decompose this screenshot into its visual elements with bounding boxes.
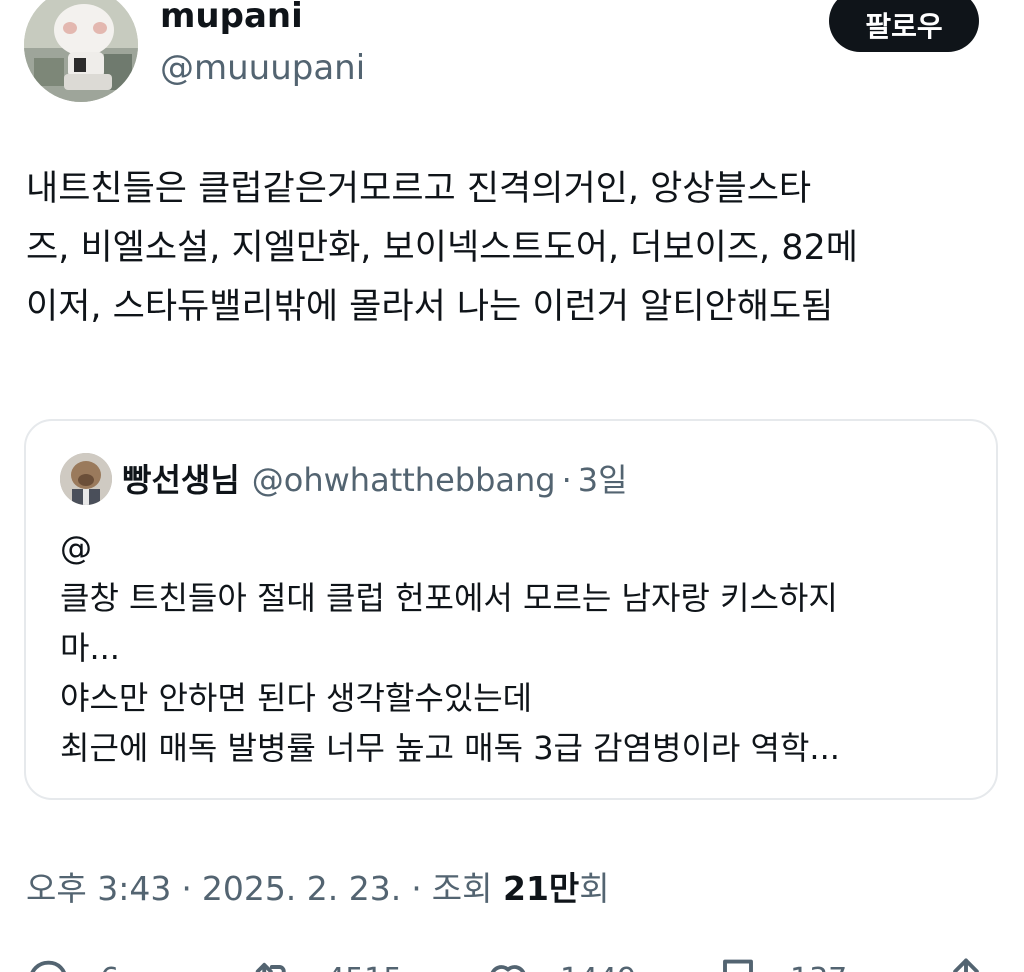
quoted-author-avatar[interactable]: [60, 453, 112, 505]
author-handle[interactable]: @muuupani: [160, 48, 365, 88]
bookmark-button[interactable]: 137: [712, 954, 847, 972]
views-suffix: 회: [579, 869, 610, 908]
author-avatar[interactable]: [24, 0, 138, 102]
bookmark-icon: [723, 959, 753, 972]
quoted-tweet-text: @ 클창 트친들아 절대 클럽 헌포에서 모르는 남자랑 키스하지 마... 야…: [60, 523, 970, 773]
quoted-tweet-card[interactable]: 빵선생님 @ohwhatthebbang · 3일 @ 클창 트친들아 절대 클럽 헌…: [24, 419, 998, 800]
quoted-separator-dot: ·: [561, 461, 572, 499]
retweet-icon: [255, 962, 286, 972]
quoted-text-line: 야스만 안하면 된다 생각할수있는데: [60, 679, 533, 717]
tweet-detail: mupani @muuupani 팔로우 내트친들은 클럽같은거모르고 진격의거…: [0, 0, 1024, 972]
tweet-meta: 오후 3:43 · 2025. 2. 23. · 조회 21만회: [26, 862, 610, 910]
bookmark-count: 137: [790, 962, 847, 972]
quoted-header: 빵선생님 @ohwhatthebbang · 3일: [122, 455, 628, 501]
tweet-text-line: 이저, 스타듀밸리밖에 몰라서 나는 이런거 알티안해도됨: [26, 287, 834, 327]
quoted-text-line: 마...: [60, 629, 120, 667]
quoted-text-line: 클창 트친들아 절대 클럽 헌포에서 모르는 남자랑 키스하지: [60, 579, 838, 617]
author-avatar-image: [24, 0, 138, 102]
meta-separator-dot: ·: [411, 869, 422, 908]
reply-button[interactable]: 6: [22, 954, 119, 972]
like-count: 1449: [560, 962, 636, 972]
quoted-text-line: @: [60, 529, 92, 567]
views-count[interactable]: 21만: [503, 869, 579, 908]
quoted-avatar-image: [60, 453, 112, 505]
retweet-button[interactable]: 4515: [248, 954, 402, 972]
tweet-date[interactable]: 2025. 2. 23.: [202, 869, 401, 908]
tweet-time[interactable]: 오후 3:43: [26, 869, 171, 908]
quoted-text-line: 최근에 매독 발병률 너무 높고 매독 3급 감염병이라 역학...: [60, 729, 840, 767]
like-icon: [490, 965, 526, 972]
quoted-author-name[interactable]: 빵선생님: [122, 461, 240, 499]
share-icon: [953, 958, 979, 972]
share-button[interactable]: [940, 954, 992, 972]
reply-count: 6: [100, 962, 119, 972]
reply-icon: [30, 960, 66, 972]
tweet-text-line: 내트친들은 클럽같은거모르고 진격의거인, 앙상블스타: [26, 169, 812, 209]
tweet-text-line: 즈, 비엘소설, 지엘만화, 보이넥스트도어, 더보이즈, 82메: [26, 228, 858, 268]
action-bar: 6 4515 1449 137: [0, 940, 1024, 972]
quoted-author-handle[interactable]: @ohwhatthebbang: [252, 461, 556, 499]
meta-separator-dot: ·: [181, 869, 192, 908]
author-display-name[interactable]: mupani: [160, 0, 303, 36]
like-button[interactable]: 1449: [482, 954, 636, 972]
quoted-timestamp[interactable]: 3일: [578, 461, 628, 499]
views-prefix: 조회: [431, 869, 493, 908]
retweet-count: 4515: [326, 962, 402, 972]
tweet-text: 내트친들은 클럽같은거모르고 진격의거인, 앙상블스타 즈, 비엘소설, 지엘만…: [26, 160, 1011, 337]
follow-button[interactable]: 팔로우: [829, 0, 979, 52]
